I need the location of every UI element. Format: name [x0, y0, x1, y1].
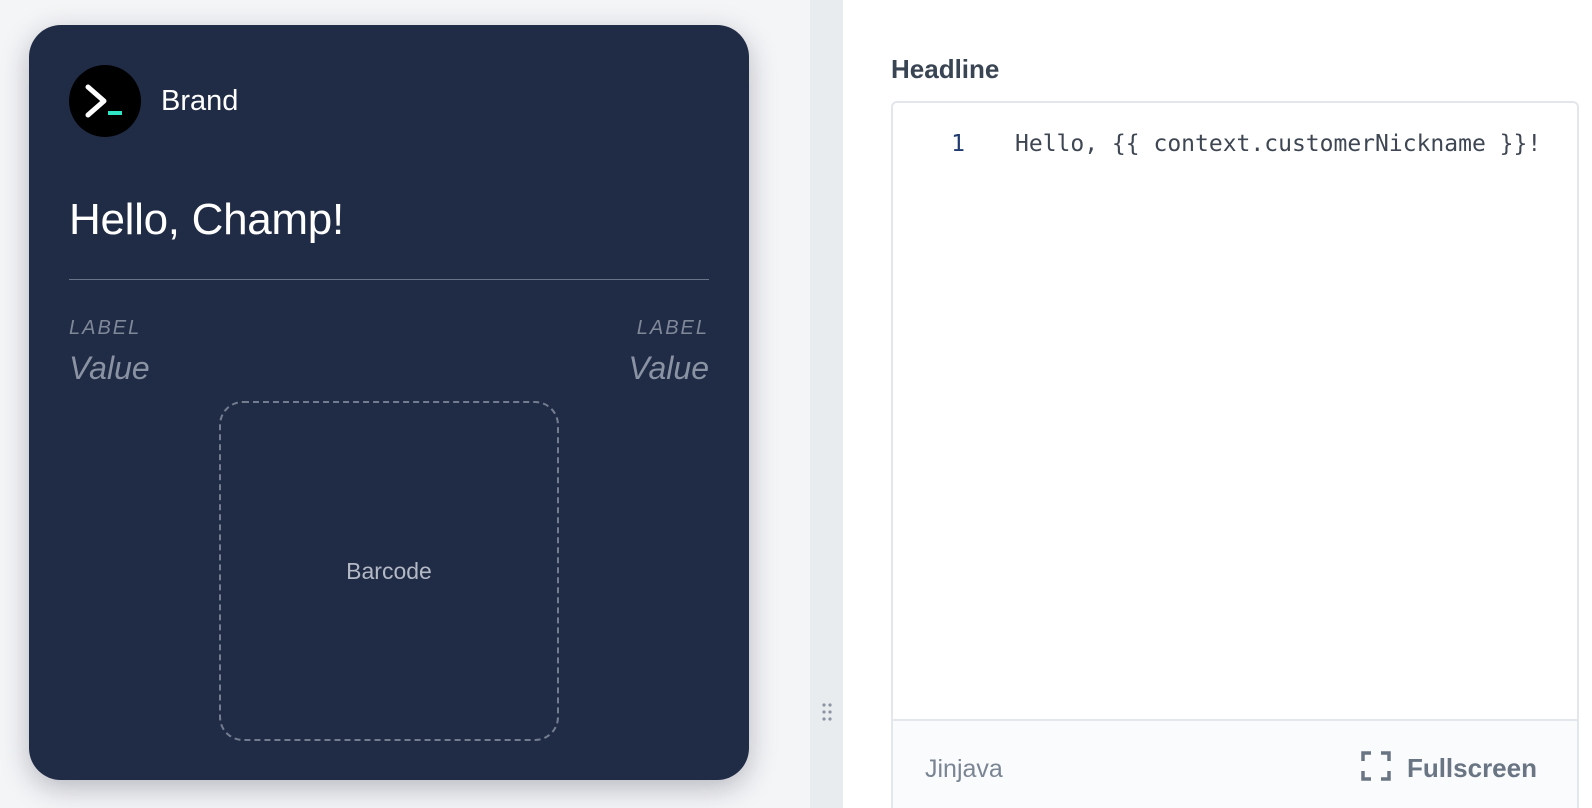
line-code[interactable]: Hello, {{ context.customerNickname }}!	[1015, 131, 1541, 157]
code-editor[interactable]: 1 Hello, {{ context.customerNickname }}!…	[891, 101, 1579, 808]
barcode-label: Barcode	[346, 557, 432, 584]
app-root: Brand Hello, Champ! LABEL Value LABEL Va…	[0, 0, 1592, 808]
editor-title: Headline	[891, 54, 1000, 84]
editor-footer: Jinjava Fullscreen	[893, 719, 1577, 808]
brand-name: Brand	[161, 84, 239, 117]
fullscreen-label: Fullscreen	[1406, 753, 1537, 783]
brand-row: Brand	[69, 65, 238, 137]
fullscreen-icon	[1361, 751, 1391, 786]
terminal-prompt-icon	[69, 65, 141, 137]
field-left: LABEL Value	[69, 317, 150, 387]
field-value: Value	[69, 350, 150, 386]
field-label: LABEL	[636, 317, 709, 339]
pane-splitter[interactable]	[810, 0, 843, 808]
fullscreen-button[interactable]: Fullscreen	[1361, 751, 1537, 786]
field-value: Value	[628, 350, 709, 386]
field-label: LABEL	[69, 317, 142, 339]
card-divider	[69, 279, 709, 280]
barcode-placeholder: Barcode	[219, 401, 559, 741]
code-line[interactable]: 1 Hello, {{ context.customerNickname }}!	[893, 131, 1541, 157]
field-right: LABEL Value	[628, 317, 709, 387]
syntax-mode-label: Jinjava	[925, 755, 1003, 783]
drag-handle-icon[interactable]	[821, 702, 833, 725]
pass-card-preview: Brand Hello, Champ! LABEL Value LABEL Va…	[29, 25, 749, 780]
preview-pane: Brand Hello, Champ! LABEL Value LABEL Va…	[0, 0, 810, 808]
line-number: 1	[951, 131, 965, 157]
editor-pane: Headline 1 Hello, {{ context.customerNic…	[843, 0, 1592, 808]
headline-preview: Hello, Champ!	[69, 195, 344, 244]
